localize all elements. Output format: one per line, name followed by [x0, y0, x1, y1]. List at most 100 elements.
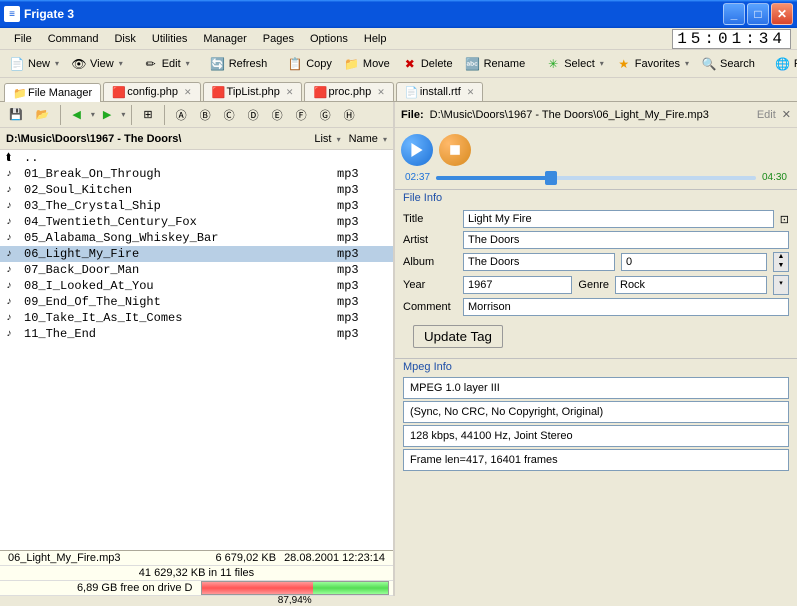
view-icons[interactable]: ⊞	[138, 106, 157, 123]
file-name: 01_Break_On_Through	[24, 167, 337, 181]
filter-f-icon[interactable]: Ⓕ	[291, 105, 312, 125]
menu-file[interactable]: File	[6, 31, 40, 47]
filter-c-icon[interactable]: Ⓒ	[219, 105, 240, 125]
file-row[interactable]: ♪10_Take_It_As_It_Comesmp3	[0, 310, 393, 326]
copy-button[interactable]: 📋Copy	[282, 54, 337, 74]
file-row[interactable]: ♪07_Back_Door_Manmp3	[0, 262, 393, 278]
tab-close-icon[interactable]: ✕	[286, 87, 294, 98]
file-icon: ♪	[6, 233, 20, 244]
comment-input[interactable]	[463, 298, 789, 316]
menu-utilities[interactable]: Utilities	[144, 31, 195, 47]
status-filesize: 6 679,02 KB	[212, 552, 281, 564]
forward-button[interactable]: ▶	[98, 106, 116, 123]
tab-close-icon[interactable]: ✕	[184, 87, 192, 98]
filter-b-icon[interactable]: Ⓑ	[195, 105, 216, 125]
track-input[interactable]	[621, 253, 767, 271]
filter-e-icon[interactable]: Ⓔ	[267, 105, 288, 125]
minimize-button[interactable]: _	[723, 3, 745, 25]
filter-a-icon[interactable]: Ⓐ	[171, 105, 192, 125]
search-button[interactable]: 🔍Search	[696, 54, 760, 74]
year-input[interactable]	[463, 276, 572, 294]
file-icon: ♪	[6, 217, 20, 228]
tab-tiplist-php[interactable]: 🟥TipList.php✕	[203, 82, 303, 101]
comment-label: Comment	[403, 301, 457, 313]
menu-command[interactable]: Command	[40, 31, 107, 47]
file-icon: ♪	[6, 281, 20, 292]
select-icon: ✳	[545, 56, 561, 72]
filter-d-icon[interactable]: Ⓓ	[243, 105, 264, 125]
filter-g-icon[interactable]: Ⓖ	[315, 105, 336, 125]
sort-name[interactable]: Name ▾	[349, 133, 387, 145]
left-toolbar: 💾 📂 ◀ ▾ ▶ ▾ ⊞ Ⓐ Ⓑ Ⓒ Ⓓ Ⓔ Ⓕ Ⓖ Ⓗ	[0, 102, 393, 128]
seek-bar[interactable]	[436, 176, 756, 180]
sort-list[interactable]: List ▾	[314, 133, 340, 145]
view-button[interactable]: 👁View▾	[66, 54, 128, 74]
refresh-button[interactable]: 🔄Refresh	[205, 54, 273, 74]
tab-config-php[interactable]: 🟥config.php✕	[103, 82, 200, 101]
mpeg-info-line: Frame len=417, 16401 frames	[403, 449, 789, 471]
menu-disk[interactable]: Disk	[106, 31, 143, 47]
delete-button[interactable]: ✖Delete	[397, 54, 458, 74]
mpeg-info-line: 128 kbps, 44100 Hz, Joint Stereo	[403, 425, 789, 447]
tab-close-icon[interactable]: ✕	[467, 87, 475, 98]
ftp-button[interactable]: 🌐FTP	[770, 54, 797, 74]
delete-icon: ✖	[402, 56, 418, 72]
file-name: 11_The_End	[24, 327, 337, 341]
rename-button[interactable]: 🔤Rename	[460, 54, 531, 74]
track-spinner[interactable]: ▲▼	[773, 252, 789, 272]
file-ext: mp3	[337, 183, 387, 197]
file-row[interactable]: ♪03_The_Crystal_Shipmp3	[0, 198, 393, 214]
tab-proc-php[interactable]: 🟥proc.php✕	[304, 82, 393, 101]
disk-percent: 87,94%	[197, 595, 394, 606]
play-button[interactable]	[401, 134, 433, 166]
file-icon: ♪	[6, 329, 20, 340]
maximize-button[interactable]: □	[747, 3, 769, 25]
file-row[interactable]: ♪09_End_Of_The_Nightmp3	[0, 294, 393, 310]
tag-icon[interactable]: ⊡	[780, 213, 789, 226]
file-row[interactable]: ♪06_Light_My_Firemp3	[0, 246, 393, 262]
menu-pages[interactable]: Pages	[255, 31, 302, 47]
artist-input[interactable]	[463, 231, 789, 249]
stop-button[interactable]	[439, 134, 471, 166]
menu-options[interactable]: Options	[302, 31, 356, 47]
drive-icon[interactable]: 💾	[4, 106, 28, 123]
move-button[interactable]: 📁Move	[339, 54, 395, 74]
file-row[interactable]: ♪02_Soul_Kitchenmp3	[0, 182, 393, 198]
edit-link[interactable]: Edit	[757, 109, 776, 121]
file-row[interactable]: ♪11_The_Endmp3	[0, 326, 393, 342]
updir-row[interactable]: ⮬..	[0, 150, 393, 166]
file-name: 07_Back_Door_Man	[24, 263, 337, 277]
favorites-button[interactable]: ★Favorites▾	[611, 54, 694, 74]
menu-manager[interactable]: Manager	[195, 31, 254, 47]
genre-select[interactable]	[615, 276, 767, 294]
status-filename: 06_Light_My_Fire.mp3	[4, 552, 212, 564]
tab-close-icon[interactable]: ✕	[377, 87, 385, 98]
title-input[interactable]	[463, 210, 774, 228]
back-button[interactable]: ◀	[67, 106, 85, 123]
file-name: 05_Alabama_Song_Whiskey_Bar	[24, 231, 337, 245]
file-list[interactable]: ⮬..♪01_Break_On_Throughmp3♪02_Soul_Kitch…	[0, 150, 393, 550]
edit-button[interactable]: ✏Edit▾	[138, 54, 195, 74]
file-icon: ♪	[6, 185, 20, 196]
menu-help[interactable]: Help	[356, 31, 395, 47]
tab-file-manager[interactable]: 📁File Manager	[4, 83, 101, 102]
file-row[interactable]: ♪08_I_Looked_At_Yoump3	[0, 278, 393, 294]
update-tag-button[interactable]: Update Tag	[413, 325, 503, 348]
window-title: Frigate 3	[24, 7, 723, 21]
current-path: D:\Music\Doors\1967 - The Doors\	[6, 133, 314, 145]
new-button[interactable]: 📄New▾	[4, 54, 64, 74]
album-input[interactable]	[463, 253, 615, 271]
select-button[interactable]: ✳Select▾	[540, 54, 609, 74]
folder-up-icon[interactable]: 📂	[31, 106, 55, 123]
time-elapsed: 02:37	[405, 172, 430, 183]
tab-install-rtf[interactable]: 📄install.rtf✕	[396, 82, 484, 101]
filter-h-icon[interactable]: Ⓗ	[339, 105, 360, 125]
year-label: Year	[403, 279, 457, 291]
file-row[interactable]: ♪04_Twentieth_Century_Foxmp3	[0, 214, 393, 230]
genre-dropdown-icon[interactable]: ▾	[773, 275, 789, 295]
close-preview-icon[interactable]: ✕	[782, 108, 791, 121]
file-name: 09_End_Of_The_Night	[24, 295, 337, 309]
file-row[interactable]: ♪01_Break_On_Throughmp3	[0, 166, 393, 182]
file-row[interactable]: ♪05_Alabama_Song_Whiskey_Barmp3	[0, 230, 393, 246]
close-button[interactable]: ✕	[771, 3, 793, 25]
